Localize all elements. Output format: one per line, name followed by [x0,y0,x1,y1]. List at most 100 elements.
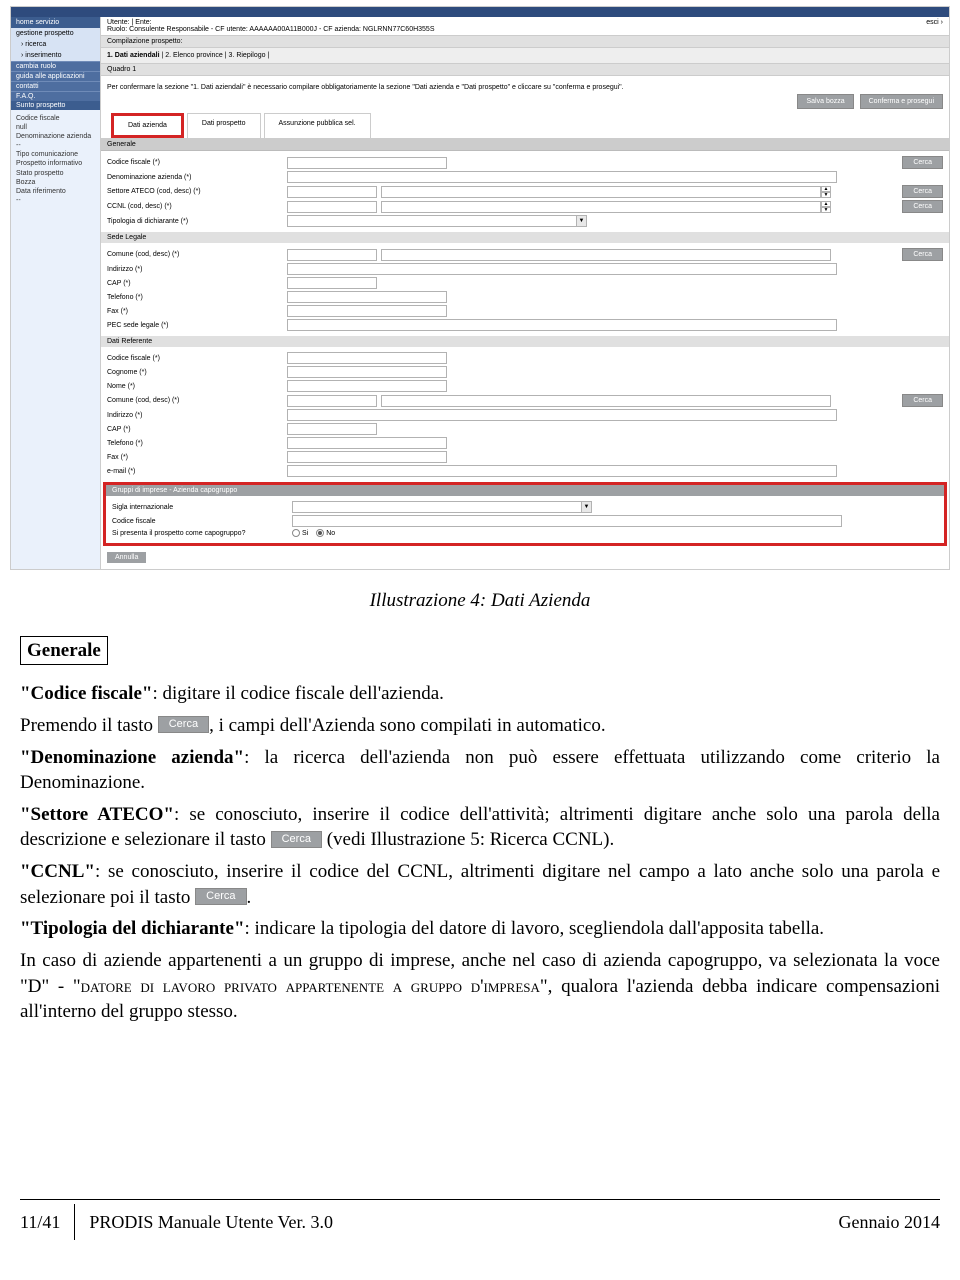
nav-inserimento[interactable]: › inserimento [11,50,100,61]
input-nome-ref[interactable] [287,380,447,392]
input-ccnl-cod[interactable] [287,201,377,213]
input-ateco-desc[interactable] [381,186,821,198]
label-tipologia: Tipologia di dichiarante (*) [107,218,287,225]
conferma-prosegui-button[interactable]: Conferma e prosegui [860,94,943,109]
input-ccnl-desc[interactable] [381,201,821,213]
label-cap-ref: CAP (*) [107,426,287,433]
para-ccnl: "CCNL": se conosciuto, inserire il codic… [20,859,940,910]
nav-info-block: Codice fiscale null Denominazione aziend… [11,110,100,209]
cerca-inline-button-1: Cerca [158,716,209,733]
nav-gestione[interactable]: gestione prospetto [11,28,100,39]
para-gruppo: In caso di aziende appartenenti a un gru… [20,948,940,1025]
label-capogruppo: Si presenta il prospetto come capogruppo… [112,530,292,537]
label-comune-ref: Comune (cod, desc) (*) [107,397,287,404]
label-fax-sede: Fax (*) [107,308,287,315]
nav-sunto-head: Sunto prospetto [11,101,100,110]
logout-link[interactable]: esci › [926,19,943,33]
page-footer: 11/41 PRODIS Manuale Utente Ver. 3.0 Gen… [20,1199,940,1240]
cerca-button-comune-ref[interactable]: Cerca [902,394,943,407]
tab-dati-prospetto[interactable]: Dati prospetto [187,113,261,138]
footer-date: Gennaio 2014 [839,1212,940,1233]
input-indirizzo-ref[interactable] [287,409,837,421]
notice-text: Per confermare la sezione "1. Dati azien… [101,76,949,113]
input-denom[interactable] [287,171,837,183]
label-ccnl: CCNL (cod, desc) (*) [107,203,287,210]
label-indirizzo-sede: Indirizzo (*) [107,266,287,273]
section-sede: Sede Legale [101,232,949,243]
quadro-bar: Quadro 1 [101,64,949,76]
footer-title: PRODIS Manuale Utente Ver. 3.0 [89,1212,333,1233]
nav-cambia-ruolo[interactable]: cambia ruolo [11,61,100,71]
input-cognome-ref[interactable] [287,366,447,378]
section-generale: Generale [101,139,949,151]
label-telefono-sede: Telefono (*) [107,294,287,301]
para-codice-fiscale: "Codice fiscale": digitare il codice fis… [20,681,940,707]
nav-guida[interactable]: guida alle applicazioni [11,71,100,81]
label-telefono-ref: Telefono (*) [107,440,287,447]
para-tipologia: "Tipologia del dichiarante": indicare la… [20,916,940,942]
input-telefono-sede[interactable] [287,291,447,303]
section-gruppi: Gruppi di imprese - Azienda capogruppo [106,485,944,496]
label-comune-sede: Comune (cod, desc) (*) [107,251,287,258]
input-telefono-ref[interactable] [287,437,447,449]
cerca-inline-button-2: Cerca [271,831,322,848]
nav-home[interactable]: home servizio [11,17,100,28]
salva-bozza-button[interactable]: Salva bozza [797,94,853,109]
nav-contatti[interactable]: contatti [11,81,100,91]
label-ateco: Settore ATECO (cod, desc) (*) [107,188,287,195]
steps-rest: | 2. Elenco province | 3. Riepilogo | [160,52,270,59]
radio-si[interactable] [292,529,300,537]
input-cf-ref[interactable] [287,352,447,364]
input-comune-desc-sede[interactable] [381,249,831,261]
main-panel: Utente: | Ente: Ruolo: Consulente Respon… [101,17,949,569]
select-sigla[interactable] [292,501,582,513]
input-cf[interactable] [287,157,447,169]
footer-page-number: 11/41 [20,1212,60,1233]
label-cap-sede: CAP (*) [107,280,287,287]
steps-bar: 1. Dati aziendali | 2. Elenco province |… [101,48,949,64]
tab-strip: Dati azienda Dati prospetto Assunzione p… [101,113,949,139]
cerca-button-ateco[interactable]: Cerca [902,185,943,198]
chevron-down-icon-2[interactable]: ▼ [582,501,592,513]
label-cognome-ref: Cognome (*) [107,369,287,376]
annulla-button[interactable]: Annulla [107,552,146,563]
label-fax-ref: Fax (*) [107,454,287,461]
input-cap-sede[interactable] [287,277,377,289]
input-indirizzo-sede[interactable] [287,263,837,275]
label-email-ref: e-mail (*) [107,468,287,475]
compilazione-bar: Compilazione prospetto: [101,36,949,48]
input-pec-sede[interactable] [287,319,837,331]
section-referente: Dati Referente [101,336,949,347]
label-pec-sede: PEC sede legale (*) [107,322,287,329]
notice-message: Per confermare la sezione "1. Dati azien… [107,84,624,91]
radio-no-label: No [326,530,335,537]
input-email-ref[interactable] [287,465,837,477]
input-comune-cod-sede[interactable] [287,249,377,261]
left-sidebar: home servizio gestione prospetto › ricer… [11,17,101,569]
label-nome-ref: Nome (*) [107,383,287,390]
step-active: 1. Dati aziendali [107,52,160,59]
cerca-button-ccnl[interactable]: Cerca [902,200,943,213]
cerca-button-comune-sede[interactable]: Cerca [902,248,943,261]
label-denom: Denominazione azienda (*) [107,174,287,181]
tab-assunzione[interactable]: Assunzione pubblica sel. [264,113,371,138]
input-ateco-cod[interactable] [287,186,377,198]
input-fax-sede[interactable] [287,305,447,317]
input-cap-ref[interactable] [287,423,377,435]
cerca-button-cf[interactable]: Cerca [902,156,943,169]
nav-faq[interactable]: F.A.Q. [11,91,100,101]
select-tipologia[interactable] [287,215,577,227]
label-sigla: Sigla internazionale [112,504,292,511]
para-premendo: Premendo il tasto Cerca, i campi dell'Az… [20,713,940,739]
input-cf2[interactable] [292,515,842,527]
top-blue-bar [11,7,949,17]
input-comune-cod-ref[interactable] [287,395,377,407]
input-fax-ref[interactable] [287,451,447,463]
chevron-down-icon[interactable]: ▼ [577,215,587,227]
nav-ricerca[interactable]: › ricerca [11,39,100,50]
input-comune-desc-ref[interactable] [381,395,831,407]
tab-dati-azienda[interactable]: Dati azienda [111,113,184,138]
user-bar: Utente: | Ente: Ruolo: Consulente Respon… [101,17,949,36]
radio-no[interactable] [316,529,324,537]
para-denominazione: "Denominazione azienda": la ricerca dell… [20,745,940,796]
